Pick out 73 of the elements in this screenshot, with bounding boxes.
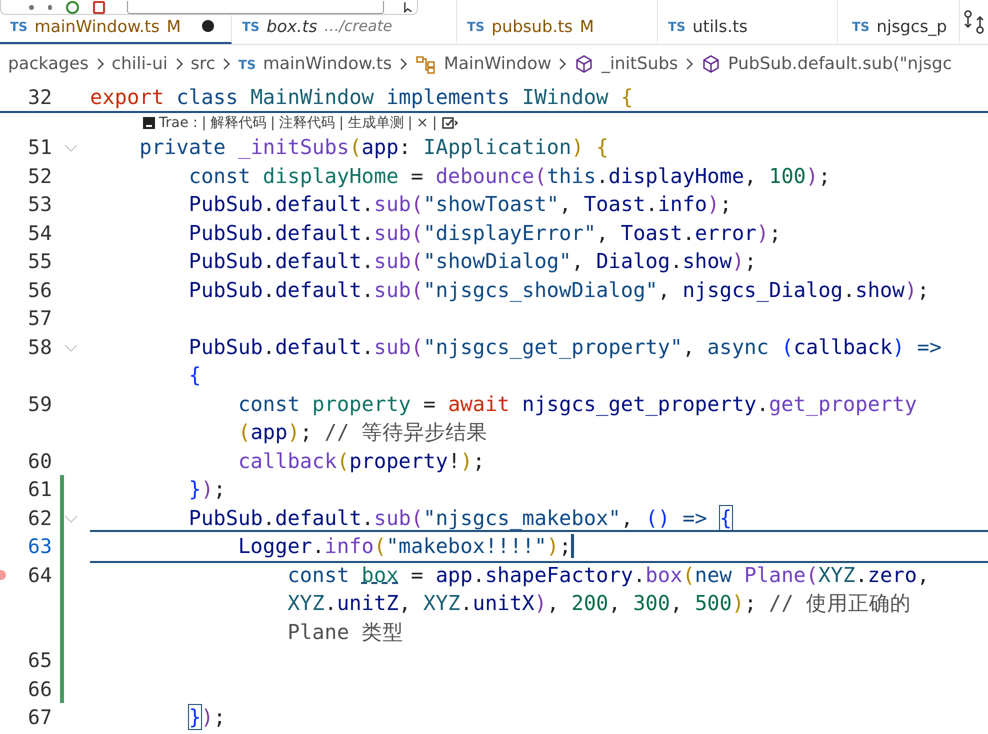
code-line: PubSub.default.sub("njsgcs_get_property", async (callback) => — [188, 334, 942, 361]
code-line: PubSub.default.sub("showDialog", Dialog.show); — [188, 248, 757, 275]
code-line: const property = await njsgcs_get_property.get_property — [238, 390, 917, 418]
code-line: (app); // 等待异步结果 — [238, 419, 488, 446]
line-number: 51 — [26, 134, 52, 161]
chevron-right-icon — [96, 57, 105, 71]
code-line: const box = app.shapeFactory.box(new Plane(XYZ.zero, — [287, 562, 930, 588]
code-line: PubSub.default.sub("njsgcs_showDialog", njsgcs_Dialog.show); — [188, 276, 930, 304]
chevron-right-icon — [398, 57, 408, 71]
code-line: const displayHome = debounce(this.displayHome, 100); — [188, 162, 831, 190]
code-line: PubSub.default.sub("showToast", Toast.info); — [188, 191, 732, 218]
close-button[interactable]: × — [416, 115, 428, 131]
line-number: 65 — [26, 647, 52, 674]
breadcrumb-item[interactable]: packages — [8, 54, 89, 74]
line-number: 56 — [26, 276, 52, 304]
code-line: { — [188, 362, 202, 389]
codelens-action-link[interactable]: 生成单测 — [348, 114, 404, 132]
code-line: callback(property!); — [238, 448, 485, 474]
drag-handle-icon[interactable] — [29, 4, 34, 10]
drag-handle-icon[interactable] — [48, 4, 52, 10]
chevron-right-icon — [222, 57, 232, 71]
text-cursor — [571, 534, 574, 558]
typescript-file-icon: TS — [238, 56, 256, 72]
code-line: }); — [188, 704, 226, 731]
terminal-icon — [143, 117, 155, 129]
codelens-action-link[interactable]: 注释代码 — [279, 114, 336, 132]
settings-icon[interactable] — [440, 116, 459, 130]
separator: | — [202, 115, 206, 131]
breadcrumb-item[interactable]: MainWindow — [444, 54, 552, 74]
line-number: 61 — [26, 476, 52, 503]
line-number: 52 — [26, 162, 52, 190]
separator: | — [339, 115, 344, 131]
debug-config-dropdown[interactable] — [127, 0, 384, 14]
separator: | — [408, 115, 412, 131]
breadcrumb-item[interactable]: _initSubs — [601, 54, 678, 74]
line-number: 67 — [26, 704, 52, 731]
line-number: 63 — [26, 533, 52, 560]
code-line: Logger.info("makebox!!!!"); — [238, 533, 572, 560]
line-number: 66 — [26, 676, 52, 702]
line-number: 54 — [26, 220, 52, 246]
compare-changes-icon[interactable] — [963, 9, 985, 35]
class-icon — [414, 54, 437, 74]
breadcrumb-item[interactable]: src — [190, 54, 216, 74]
breadcrumb-item[interactable]: PubSub.default.sub("njsgc — [728, 54, 952, 74]
code-line: XYZ.unitZ, XYZ.unitX), 200, 300, 500); // 使用正确的 — [287, 590, 911, 617]
breadcrumb-item[interactable]: mainWindow.ts — [262, 54, 392, 74]
breadcrumb-item[interactable]: chili-ui — [112, 54, 168, 74]
line-number: 59 — [26, 390, 52, 418]
chevron-right-icon — [174, 57, 184, 71]
line-number: 55 — [26, 248, 52, 275]
codelens-label: Trae : — [159, 115, 198, 131]
cube-icon — [701, 54, 722, 74]
codelens-action-link[interactable]: 解释代码 — [210, 114, 266, 132]
separator: | — [432, 115, 437, 131]
code-line: export class MainWindow implements IWindow { — [90, 84, 634, 111]
line-number: 64 — [26, 562, 52, 588]
line-number: 58 — [26, 334, 52, 360]
line-number: 62 — [26, 504, 52, 532]
line-number: 32 — [26, 84, 52, 111]
code-line: }); — [188, 476, 226, 503]
chevron-right-icon — [558, 57, 568, 71]
code-line: private _initSubs(app: IApplication) { — [139, 134, 608, 161]
stop-icon[interactable] — [92, 0, 106, 14]
unsaved-dot-icon — [202, 20, 214, 32]
cube-icon — [574, 54, 594, 74]
code-line: Plane 类型 — [287, 618, 404, 646]
code-line: PubSub.default.sub("njsgcs_makebox", () => { — [188, 504, 732, 532]
code-line: PubSub.default.sub("displayError", Toast.error); — [188, 220, 782, 246]
line-number: 60 — [26, 448, 52, 474]
separator: | — [270, 115, 276, 131]
chevron-right-icon — [685, 57, 694, 71]
line-number: 53 — [26, 191, 52, 218]
line-number: 57 — [26, 305, 52, 332]
